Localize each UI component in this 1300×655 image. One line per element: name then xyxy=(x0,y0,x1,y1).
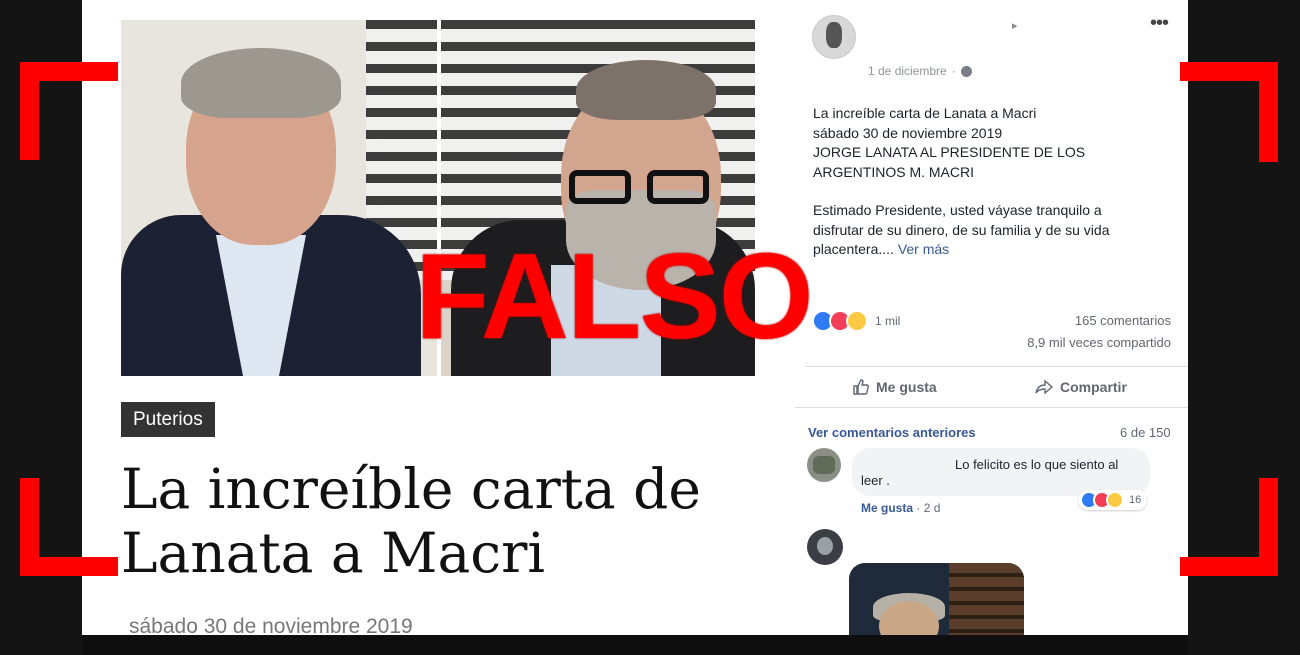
reactions-count: 1 mil xyxy=(875,314,901,328)
post-line: sábado 30 de noviembre 2019 xyxy=(813,124,1003,141)
post-text: La increíble carta de Lanata a Macri sáb… xyxy=(813,104,1158,260)
post-line-text: placentera.... xyxy=(813,241,894,257)
share-button[interactable]: Compartir xyxy=(1034,376,1127,398)
comment-reactions[interactable]: 16 xyxy=(1078,490,1148,510)
share-icon xyxy=(1035,379,1054,395)
like-icon xyxy=(853,379,869,395)
haha-reaction-icon xyxy=(1106,491,1124,509)
avatar-figure xyxy=(813,456,835,474)
article-headline: La increíble carta de Lanata a Macri xyxy=(121,457,781,585)
comment-reaction-count: 16 xyxy=(1129,494,1142,506)
see-more-link[interactable]: Ver más xyxy=(898,241,949,257)
avatar-figure xyxy=(826,22,842,48)
post-line: disfrutar de su dinero, de su familia y … xyxy=(813,221,1110,238)
more-options-icon[interactable]: ••• xyxy=(1150,12,1169,35)
previous-comments-link[interactable]: Ver comentarios anteriores xyxy=(808,425,976,440)
falso-stamp: FALSO xyxy=(415,228,814,364)
divider xyxy=(805,366,1188,367)
bracket-bar xyxy=(1259,62,1278,162)
glasses-lens-right xyxy=(647,170,709,204)
bracket-bar xyxy=(20,557,118,576)
bookshelf xyxy=(949,563,1024,635)
comment-text-line-2: leer . xyxy=(861,473,890,488)
post-author-avatar[interactable] xyxy=(812,15,856,59)
comments-count[interactable]: 165 comentarios xyxy=(1010,313,1171,328)
haha-reaction-icon xyxy=(846,310,868,332)
category-badge[interactable]: Puterios xyxy=(121,402,215,437)
post-line-last: placentera.... Ver más xyxy=(813,240,1158,260)
post-line: Estimado Presidente, usted váyase tranqu… xyxy=(813,202,1102,218)
headline-line-2: Lanata a Macri xyxy=(121,521,545,585)
shares-count[interactable]: 8,9 mil veces compartido xyxy=(990,335,1171,350)
post-line: JORGE LANATA AL PRESIDENTE DE LOS xyxy=(813,144,1086,160)
avatar-figure xyxy=(817,537,833,555)
divider xyxy=(795,407,1188,408)
like-button[interactable]: Me gusta xyxy=(852,376,937,398)
post-line: ARGENTINOS M. MACRI xyxy=(813,163,975,180)
bracket-bar xyxy=(1180,557,1278,576)
reactions-summary[interactable]: 1 mil xyxy=(812,310,900,332)
share-button-label: Compartir xyxy=(1060,379,1127,395)
person-right-glasses xyxy=(569,170,715,210)
commenter-avatar[interactable] xyxy=(807,529,843,565)
meta-separator: · xyxy=(916,501,924,515)
person-right-hair xyxy=(576,60,716,120)
comment-age[interactable]: 2 d xyxy=(924,501,941,515)
comment-image[interactable] xyxy=(849,563,1024,635)
post-timestamp[interactable]: 1 de diciembre xyxy=(868,64,947,78)
comment-text-line-1: Lo felicito es lo que siento al xyxy=(955,457,1119,472)
globe-icon xyxy=(960,65,972,77)
comment-meta: Me gusta · 2 d xyxy=(861,501,940,515)
person-left-hair xyxy=(181,48,341,118)
comment-like-link[interactable]: Me gusta xyxy=(861,501,913,515)
glasses-lens-left xyxy=(569,170,631,204)
article-date: sábado 30 de noviembre 2019 xyxy=(129,615,413,638)
post-timestamp-row: 1 de diciembre · xyxy=(868,64,972,78)
like-button-label: Me gusta xyxy=(876,379,937,395)
commenter-avatar[interactable] xyxy=(807,448,841,482)
comment-pager: 6 de 150 xyxy=(1120,425,1171,440)
post-line: La increíble carta de Lanata a Macri xyxy=(813,105,1037,121)
timestamp-separator: · xyxy=(951,64,956,78)
arrow-right-icon: ▸ xyxy=(1012,20,1018,32)
headline-line-1: La increíble carta de xyxy=(121,457,701,521)
bracket-bar xyxy=(20,62,39,160)
